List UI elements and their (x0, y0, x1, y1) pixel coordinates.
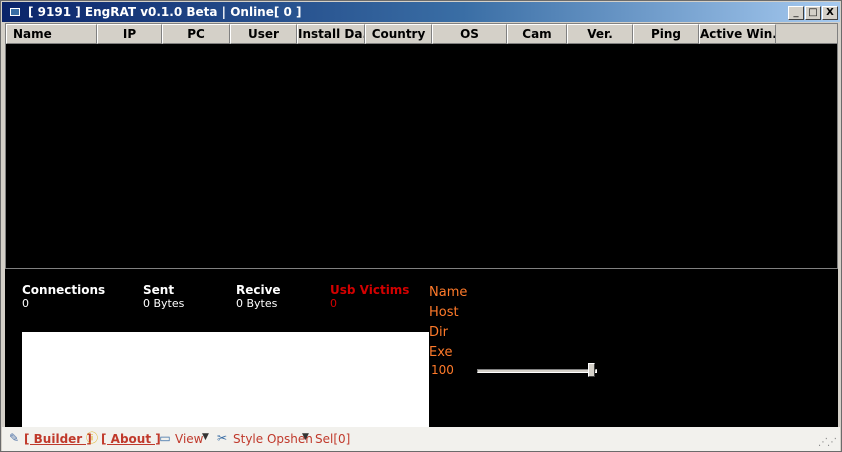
builder-icon: ✎ (8, 431, 20, 445)
style-dropdown-icon[interactable]: ▼ (302, 432, 309, 442)
column-header-active-window[interactable]: Active Win... (699, 24, 776, 44)
usb-victims-value: 0 (330, 297, 337, 310)
sent-label: Sent (143, 283, 175, 297)
style-options-menu[interactable]: Style Opshen (233, 432, 313, 446)
usb-victims-label: Usb Victims (330, 283, 410, 297)
info-dir-label: Dir (429, 325, 448, 340)
info-icon: ⓘ (85, 431, 98, 445)
style-icon: ✂ (216, 431, 228, 445)
column-header-pc[interactable]: PC (162, 24, 230, 44)
column-header-name[interactable]: Name (6, 24, 97, 44)
sent-value: 0 Bytes (143, 297, 185, 310)
screen-preview (22, 332, 429, 427)
column-header-ip[interactable]: IP (97, 24, 162, 44)
about-link[interactable]: [ About ] (101, 432, 161, 446)
title-bar[interactable]: [ 9191 ] EngRAT v0.1.0 Beta | Online[ 0 … (2, 2, 840, 22)
close-button[interactable]: X (822, 6, 838, 20)
view-dropdown-icon[interactable]: ▼ (202, 432, 209, 442)
view-menu[interactable]: View (175, 432, 203, 446)
column-header-install-date[interactable]: Install Da... (297, 24, 365, 44)
opacity-slider-thumb[interactable] (588, 363, 595, 377)
window-title: [ 9191 ] EngRAT v0.1.0 Beta | Online[ 0 … (28, 5, 302, 19)
app-icon (10, 8, 20, 16)
status-bar: ✎ [ Builder ] ⓘ [ About ] ▭ View ▼ ✂ Sty… (2, 427, 840, 451)
opacity-slider-track[interactable] (477, 369, 597, 373)
recive-value: 0 Bytes (236, 297, 278, 310)
column-header-cam[interactable]: Cam (507, 24, 567, 44)
column-header-version[interactable]: Ver. (567, 24, 633, 44)
info-host-label: Host (429, 305, 459, 320)
info-name-label: Name (429, 285, 468, 300)
column-header-ping[interactable]: Ping (633, 24, 699, 44)
column-header-os[interactable]: OS (432, 24, 507, 44)
main-window: [ 9191 ] EngRAT v0.1.0 Beta | Online[ 0 … (0, 0, 842, 452)
info-panel: Connections 0 Sent 0 Bytes Recive 0 Byte… (5, 269, 838, 427)
monitor-icon: ▭ (159, 431, 171, 445)
column-header-country[interactable]: Country (365, 24, 432, 44)
connections-label: Connections (22, 283, 106, 297)
column-header-user[interactable]: User (230, 24, 297, 44)
recive-label: Recive (236, 283, 281, 297)
info-exe-label: Exe (429, 345, 453, 360)
maximize-button[interactable]: □ (805, 6, 821, 20)
selection-count: Sel[0] (315, 432, 351, 446)
opacity-value: 100 (425, 363, 454, 377)
connections-value: 0 (22, 297, 29, 310)
clients-list[interactable]: Name IP PC User Install Da... Country OS… (5, 23, 838, 269)
resize-grip-icon[interactable]: ⋰⋰ (818, 437, 837, 448)
column-header-filler (776, 24, 837, 44)
minimize-button[interactable]: _ (788, 6, 804, 20)
builder-link[interactable]: [ Builder ] (24, 432, 92, 446)
